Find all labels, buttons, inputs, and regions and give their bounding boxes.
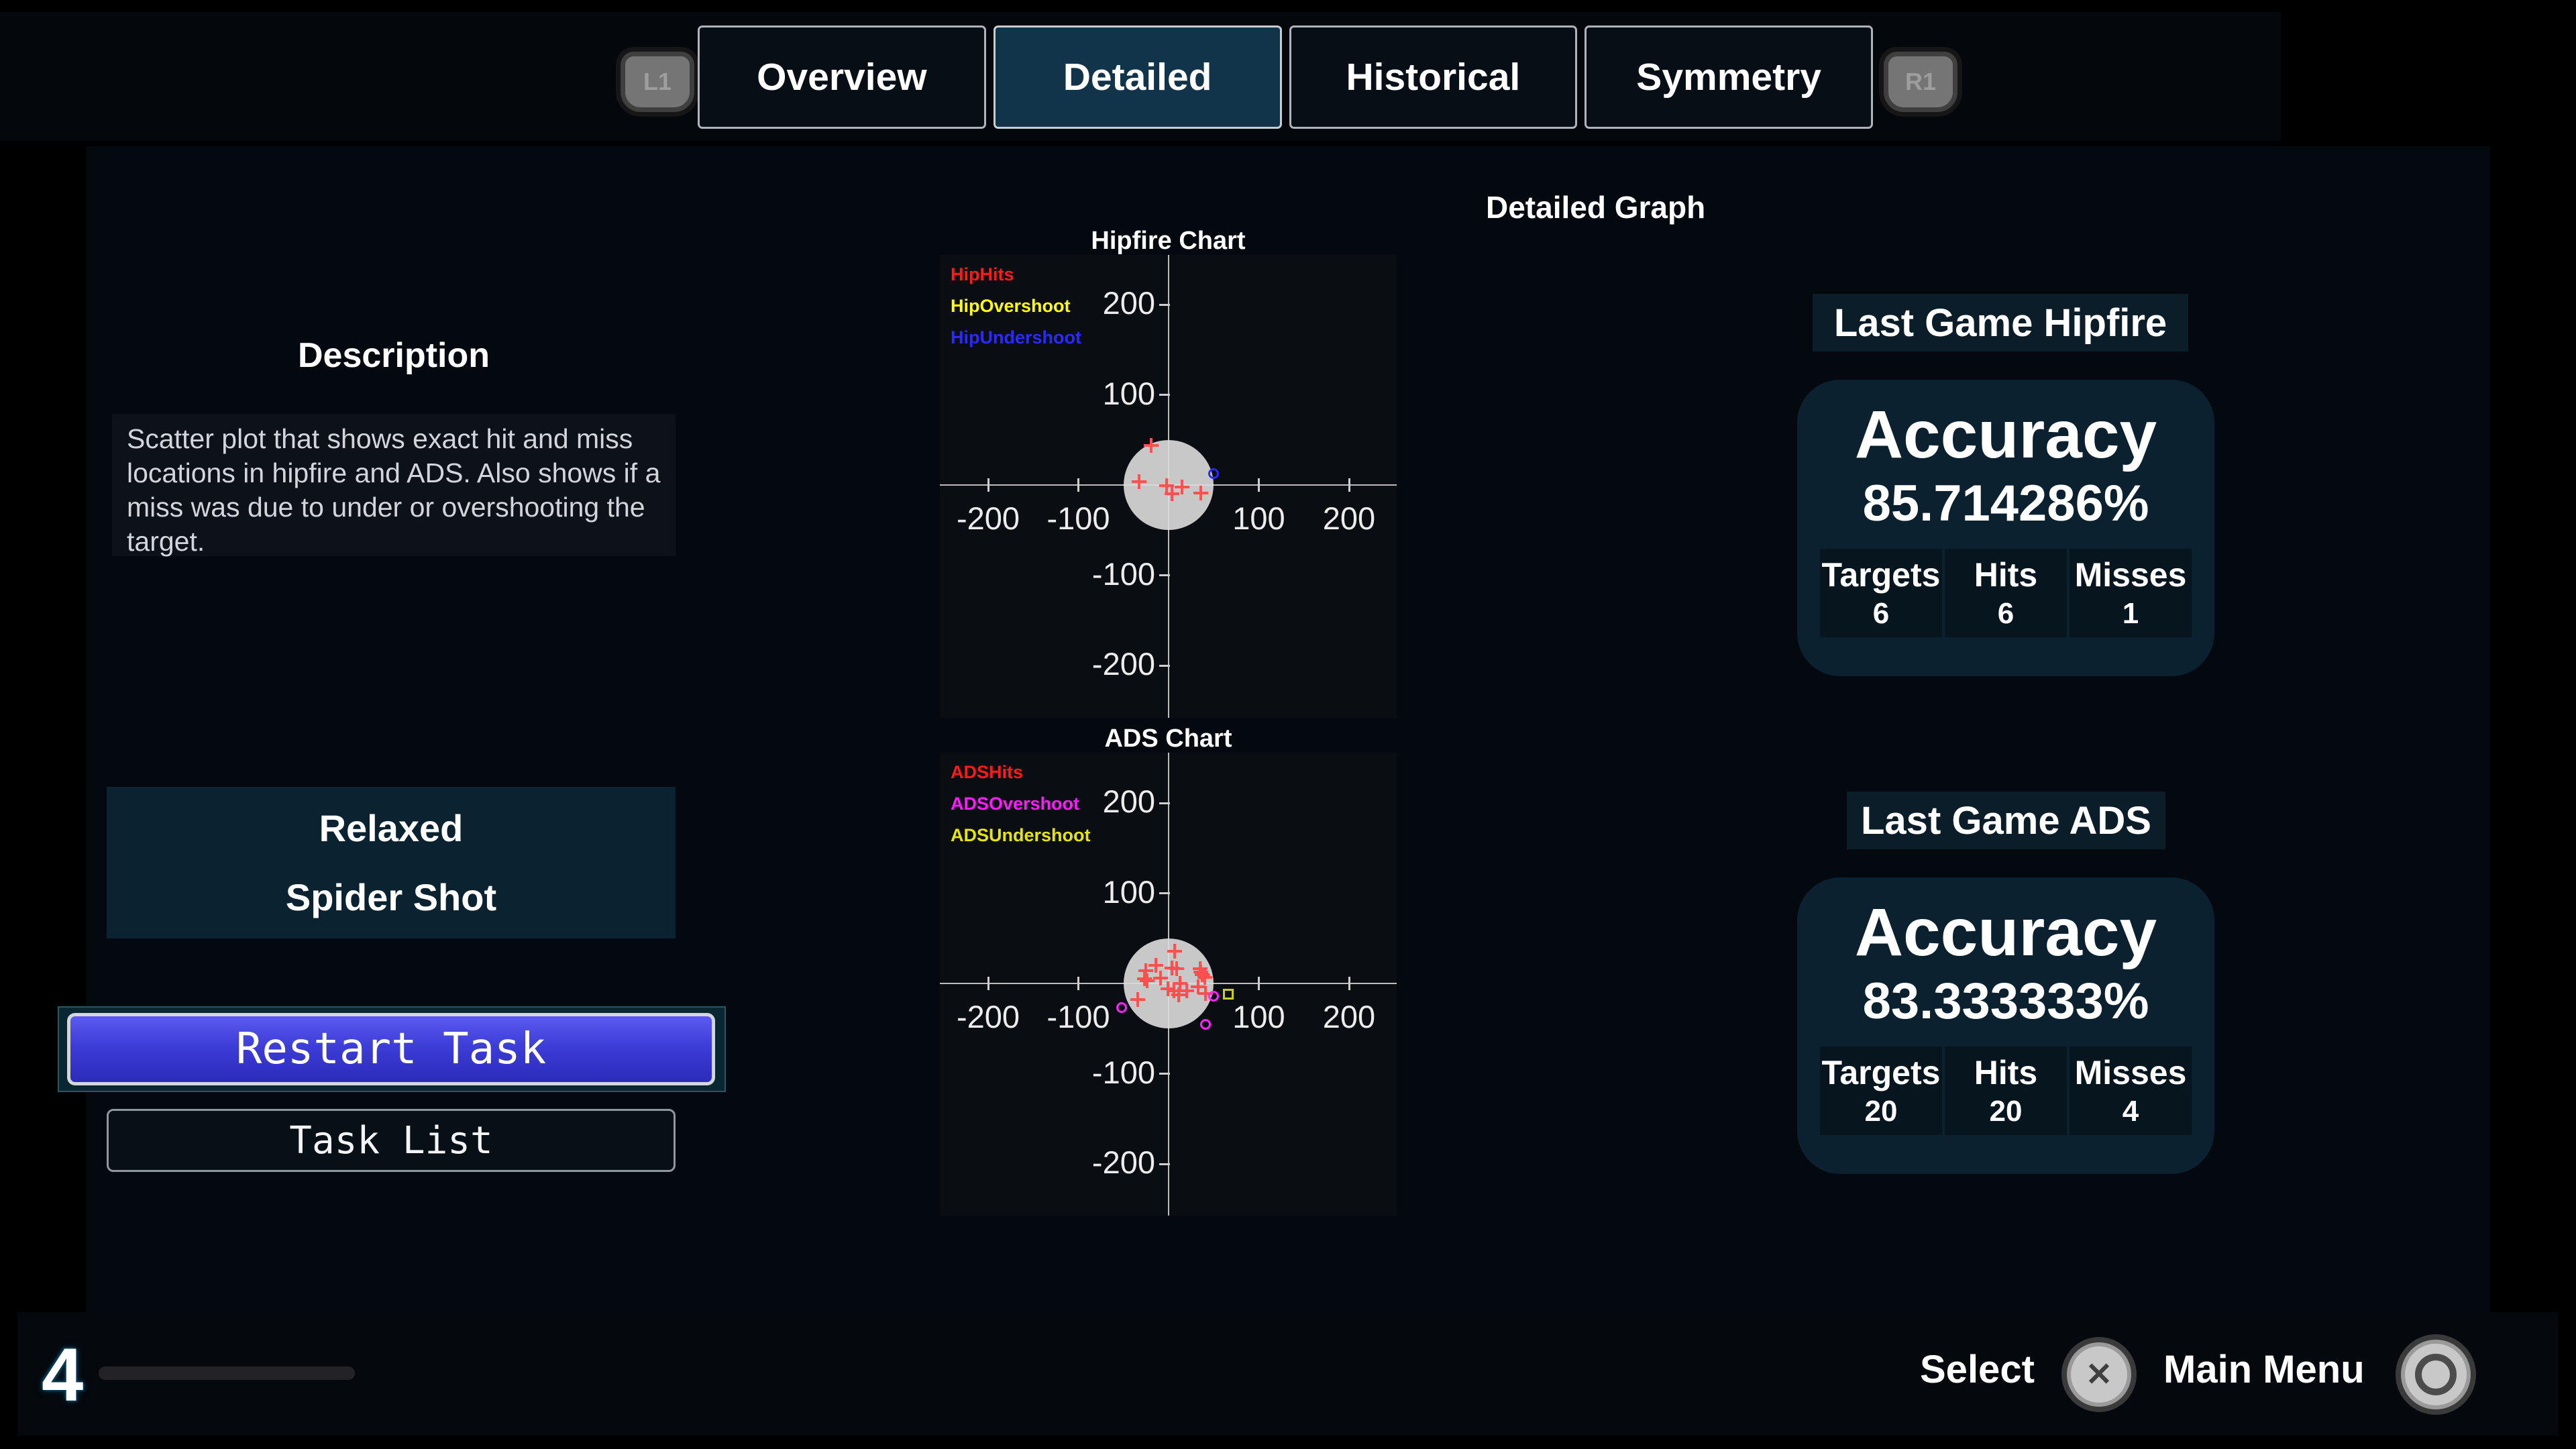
x-tick <box>1258 977 1260 990</box>
page-title: Detailed Graph <box>1486 189 1705 225</box>
legend-hipundershoot: HipUndershoot <box>951 327 1081 348</box>
x-tick <box>1258 478 1260 492</box>
r1-label: R1 <box>1905 68 1936 96</box>
scatter-point-hit <box>1193 486 1208 500</box>
ads-chart: ADSHits ADSOvershoot ADSUndershoot -200-… <box>940 753 1397 1216</box>
select-label: Select <box>1920 1347 2035 1392</box>
cross-arm <box>1175 961 1178 976</box>
l1-shoulder-button[interactable]: L1 <box>621 52 694 112</box>
y-tick-label: -200 <box>1041 645 1155 682</box>
y-tick <box>1159 1073 1170 1075</box>
cross-arm <box>1136 992 1139 1007</box>
y-tick <box>1159 892 1170 894</box>
cross-arm <box>1146 973 1148 988</box>
legend-hiphits: HipHits <box>951 264 1014 285</box>
ads-accuracy-label: Accuracy <box>1797 898 2214 968</box>
y-tick <box>1159 574 1170 576</box>
cross-arm <box>1204 986 1207 1001</box>
circle-glyph <box>2415 1354 2457 1395</box>
description-heading: Description <box>112 335 676 376</box>
y-tick <box>1159 1163 1170 1165</box>
r1-shoulder-button[interactable]: R1 <box>1884 52 1957 112</box>
y-tick-label: -100 <box>1041 555 1155 592</box>
task-name: Spider Shot <box>286 875 496 919</box>
description-body: Scatter plot that shows exact hit and mi… <box>112 414 676 556</box>
tab-bar: Overview Detailed Historical Symmetry <box>698 25 1873 129</box>
scatter-point-hit <box>1169 961 1184 976</box>
last-game-ads-header: Last Game ADS <box>1847 792 2165 849</box>
cross-arm <box>1171 486 1173 501</box>
cross-arm <box>1185 983 1188 998</box>
scatter-point-hit <box>1144 438 1159 453</box>
y-tick <box>1159 802 1170 804</box>
cross-button-icon[interactable]: ✕ <box>2067 1342 2131 1407</box>
hipfire-chart: HipHits HipOvershoot HipUndershoot -200-… <box>940 255 1397 718</box>
y-tick-label: 200 <box>1041 783 1155 820</box>
progress-track[interactable] <box>99 1366 355 1380</box>
x-tick <box>1348 478 1350 492</box>
cross-arm <box>1181 480 1183 494</box>
scatter-point-hit <box>1165 486 1179 501</box>
scatter-point-miss <box>1208 468 1219 479</box>
scatter-point-hit <box>1140 973 1155 988</box>
tab-symmetry[interactable]: Symmetry <box>1585 25 1873 129</box>
y-tick <box>1159 665 1170 667</box>
y-tick-label: 100 <box>1041 873 1155 910</box>
tab-detailed[interactable]: Detailed <box>994 25 1282 129</box>
y-tick-label: 100 <box>1041 375 1155 412</box>
y-tick <box>1159 304 1170 306</box>
last-game-hipfire-header: Last Game Hipfire <box>1813 294 2188 352</box>
y-tick <box>1159 394 1170 396</box>
hipfire-targets-box: Targets 6 <box>1820 549 1942 637</box>
ads-misses-box: Misses 4 <box>2070 1046 2192 1135</box>
hipfire-stat-card: Accuracy 85.714286% Targets 6 Hits 6 Mis… <box>1797 380 2214 676</box>
scatter-point-hit <box>1130 992 1145 1007</box>
ads-hits-box: Hits 20 <box>1945 1046 2067 1135</box>
scatter-point-hit <box>1167 944 1182 959</box>
tab-overview[interactable]: Overview <box>698 25 986 129</box>
circle-button-icon[interactable] <box>2401 1340 2471 1409</box>
hipfire-accuracy-label: Accuracy <box>1797 400 2214 470</box>
legend-adshits: ADSHits <box>951 762 1023 783</box>
x-tick-label: -100 <box>1018 500 1139 537</box>
cross-arm <box>1150 438 1152 453</box>
ads-stat-row: Targets 20 Hits 20 Misses 4 <box>1797 1046 2214 1135</box>
scatter-point-miss <box>1208 991 1219 1002</box>
x-tick <box>987 977 989 990</box>
hipfire-chart-title: Hipfire Chart <box>940 227 1397 256</box>
tab-historical[interactable]: Historical <box>1289 25 1578 129</box>
scatter-point-miss <box>1223 989 1234 1000</box>
scatter-point-miss <box>1200 1019 1211 1030</box>
ads-accuracy-value: 83.333333% <box>1797 972 2214 1030</box>
task-list-button[interactable]: Task List <box>107 1109 676 1172</box>
hipfire-accuracy-value: 85.714286% <box>1797 474 2214 533</box>
legend-adsundershoot: ADSUndershoot <box>951 825 1091 846</box>
x-tick <box>987 478 989 492</box>
scatter-point-hit <box>1132 474 1146 489</box>
hipfire-misses-box: Misses 1 <box>2070 549 2192 637</box>
ads-stat-card: Accuracy 83.333333% Targets 20 Hits 20 M… <box>1797 877 2214 1174</box>
y-tick-label: 200 <box>1041 284 1155 321</box>
x-tick <box>1077 478 1079 492</box>
hipfire-hits-box: Hits 6 <box>1945 549 2067 637</box>
cross-arm <box>1173 944 1176 959</box>
cross-arm <box>1199 486 1202 500</box>
l1-label: L1 <box>643 68 672 96</box>
x-tick-label: 200 <box>1289 500 1409 537</box>
y-tick-label: -100 <box>1041 1054 1155 1091</box>
task-mode: Relaxed <box>319 806 464 850</box>
y-tick-label: -200 <box>1041 1144 1155 1181</box>
restart-task-button[interactable]: Restart Task <box>67 1013 715 1085</box>
ads-targets-box: Targets 20 <box>1820 1046 1942 1135</box>
current-task-box: Relaxed Spider Shot <box>107 787 676 938</box>
hipfire-stat-row: Targets 6 Hits 6 Misses 1 <box>1797 549 2214 637</box>
x-tick <box>1348 977 1350 990</box>
x-tick-label: 200 <box>1289 998 1409 1035</box>
main-menu-label: Main Menu <box>2163 1347 2365 1392</box>
ads-chart-title: ADS Chart <box>940 724 1397 753</box>
x-tick <box>1077 977 1079 990</box>
page-indicator: 4 <box>42 1332 83 1418</box>
cross-arm <box>1138 474 1140 489</box>
